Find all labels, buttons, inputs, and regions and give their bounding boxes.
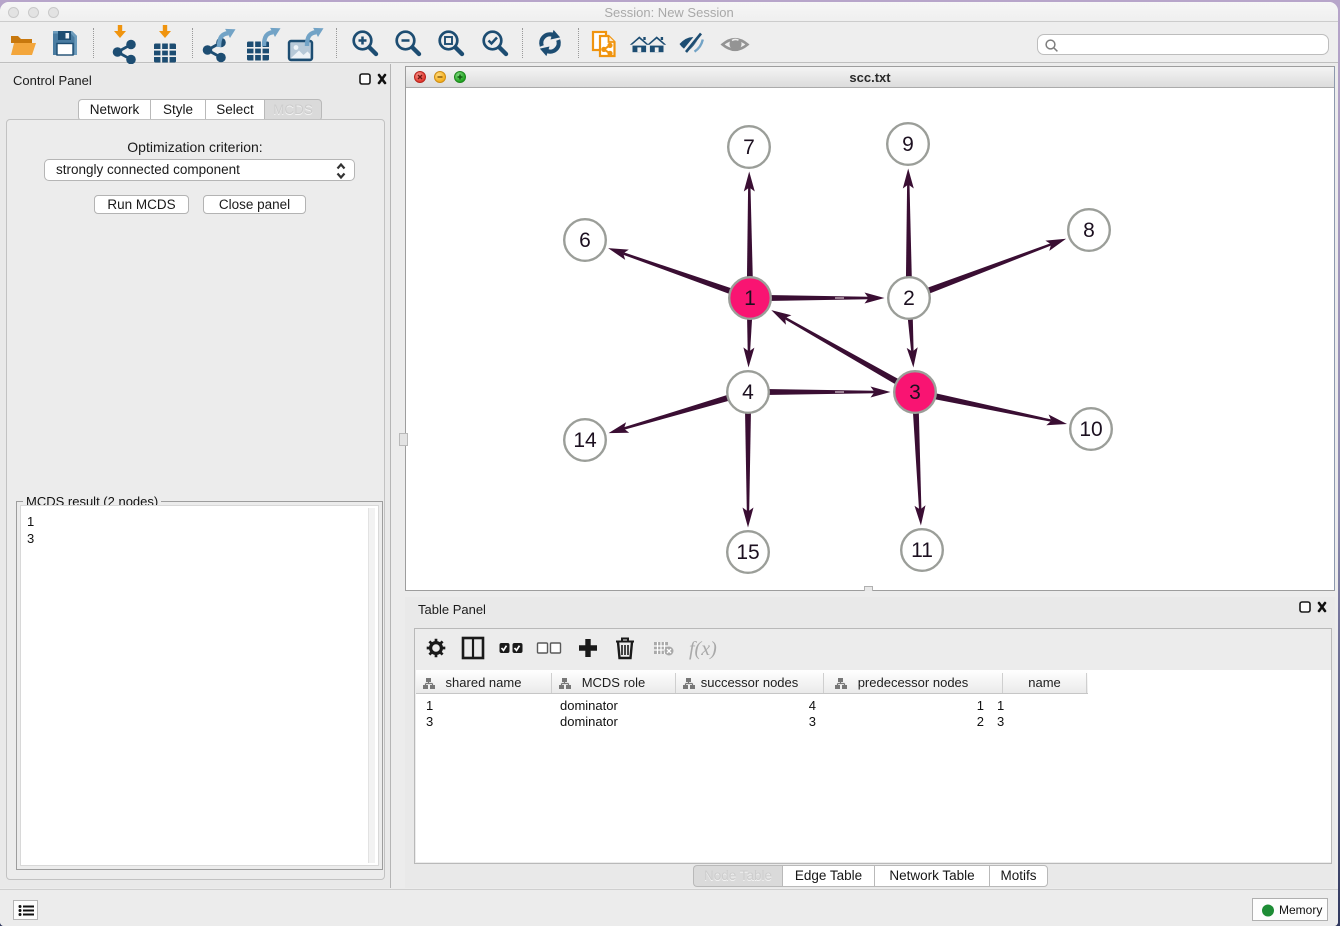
svg-text:11: 11 (911, 539, 933, 562)
svg-text:2: 2 (903, 287, 915, 310)
svg-text:10: 10 (1079, 418, 1102, 441)
svg-text:9: 9 (902, 133, 914, 156)
svg-text:4: 4 (742, 381, 754, 404)
svg-text:1: 1 (744, 287, 756, 310)
svg-text:f(x): f(x) (689, 638, 717, 660)
svg-text:15: 15 (736, 541, 759, 564)
svg-text:14: 14 (573, 429, 597, 452)
svg-text:7: 7 (743, 136, 755, 159)
svg-text:8: 8 (1083, 219, 1095, 242)
svg-text:3: 3 (909, 381, 921, 404)
svg-text:6: 6 (579, 229, 591, 252)
